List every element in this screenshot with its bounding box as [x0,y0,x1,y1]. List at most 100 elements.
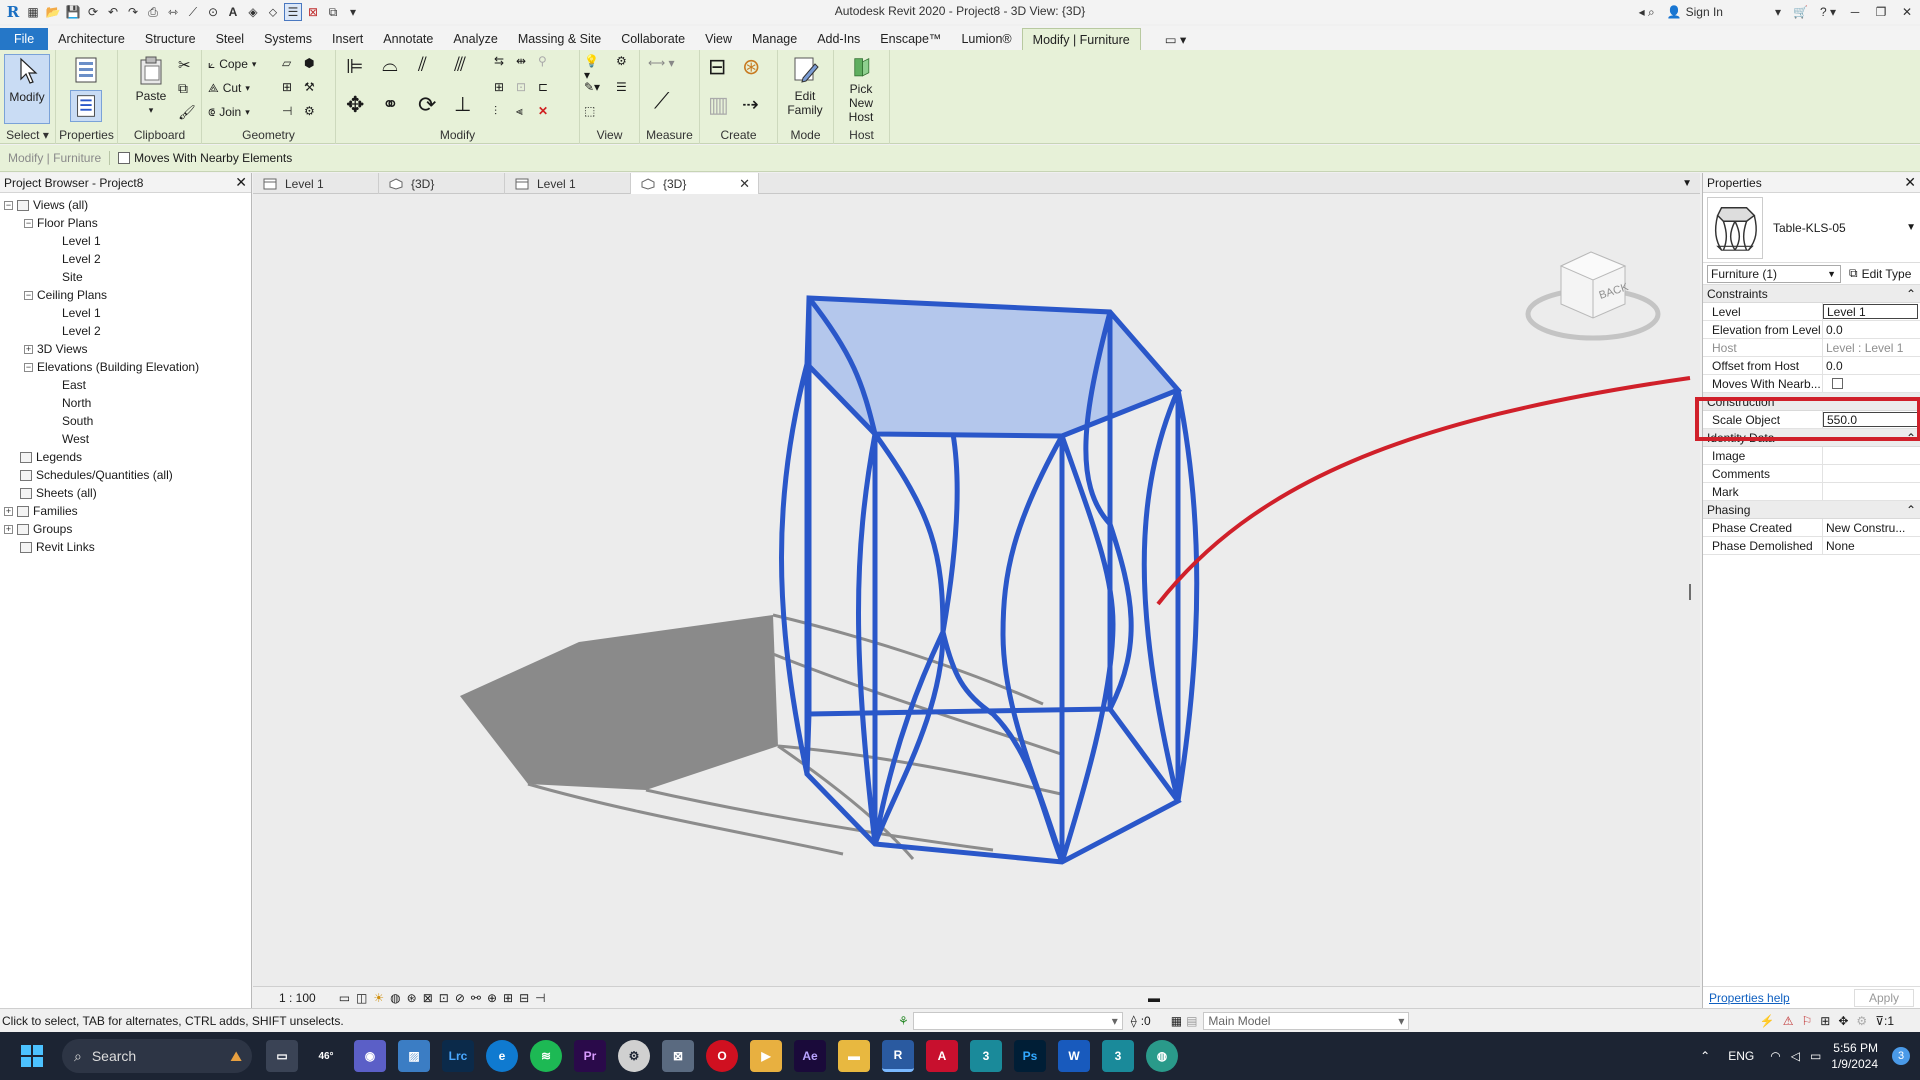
redo-icon[interactable]: ↷ [124,3,142,21]
match-properties-icon[interactable]: 🖌 [178,104,198,124]
linework-icon[interactable]: ✎▾ [584,80,604,100]
open-icon[interactable]: 📂 [44,3,62,21]
windows-start-icon[interactable] [16,1040,48,1072]
close-hidden-icon[interactable]: ⊠ [304,3,322,21]
edit-type-button[interactable]: ⧉ Edit Type [1849,266,1911,281]
select-panel-label[interactable]: Select ▾ [0,128,55,142]
unpin-icon[interactable]: ⚲ [538,54,558,74]
tab-file[interactable]: File [0,28,49,50]
modify-button[interactable]: Modify [4,54,50,124]
minimize-icon[interactable]: ─ [1842,0,1868,24]
show-hidden-icons[interactable]: ⌃ [1700,1049,1710,1063]
notification-badge[interactable]: 3 [1892,1047,1910,1065]
pin-icon[interactable]: ⫷ [516,104,536,124]
paint-icon[interactable]: ⬢ [304,56,324,76]
close-window-icon[interactable]: ✕ [1894,0,1920,24]
delete-icon[interactable]: ✕ [538,104,558,124]
tree-node[interactable]: − Views (all) [4,196,88,214]
teams-icon[interactable]: ◉ [354,1040,386,1072]
pick-new-host-button[interactable]: Pick New Host [838,54,884,124]
editable-only-icon[interactable]: ⟠ [1131,1014,1137,1028]
collapse-group-icon[interactable]: ⌃ [1906,503,1916,517]
revit-taskbar-icon[interactable]: R [882,1040,914,1072]
property-group-header[interactable]: Constraints ⌃ [1703,285,1920,303]
table-top-glass[interactable] [804,295,1183,439]
filter-icon[interactable]: ⊽ [1875,1014,1884,1028]
tab-add-ins[interactable]: Add-Ins [807,28,870,50]
create-assembly-icon[interactable]: ⊟ [708,54,728,79]
hide-icon[interactable]: 💡▾ [584,54,604,82]
split-icon[interactable]: ⇆ [494,54,514,74]
cope-button[interactable]: ⟀ Cope ▾ [208,54,256,74]
sync-icon[interactable]: ⟳ [84,3,102,21]
select-pinned-icon[interactable]: ⚐ [1802,1014,1813,1028]
mirror-draw-icon[interactable]: ⫻ [454,54,474,76]
3dsmax-icon[interactable]: 3 [970,1040,1002,1072]
tab-steel[interactable]: Steel [206,28,255,50]
type-selector-dropdown-icon[interactable]: ▼ [1906,222,1916,233]
customize-qat-icon[interactable]: ▾ [344,3,362,21]
tab-lumion[interactable]: Lumion® [951,28,1021,50]
print-icon[interactable]: ⎙ [144,3,162,21]
help-icon[interactable]: ? ▾ [1814,0,1842,24]
properties-icon[interactable] [70,90,102,122]
show-crop-icon[interactable]: ⊡ [439,991,449,1005]
3d-view-icon[interactable]: ◈ [244,3,262,21]
model-viewport[interactable]: BACK [253,194,1700,986]
remove-paint-icon[interactable]: ⚙ [304,104,324,124]
view-tab-level1-b[interactable]: Level 1 [505,173,631,194]
type-properties-icon[interactable] [70,54,102,86]
workset-select[interactable]: ▾ [912,1011,1123,1030]
tree-node[interactable]: North [62,394,91,412]
tree-node[interactable]: − Floor Plans [24,214,98,232]
paste-button[interactable]: Paste ▾ [128,54,174,124]
measure-between-icon[interactable]: ⟷ ▾ [648,56,688,76]
property-value[interactable]: Level : Level 1 [1823,339,1920,356]
tab-manage[interactable]: Manage [742,28,807,50]
drawing-canvas[interactable]: BACK [253,194,1700,986]
drag-elements-icon[interactable]: ✥ [1838,1014,1848,1028]
save-icon[interactable]: 💾 [64,3,82,21]
tree-node[interactable]: East [62,376,86,394]
select-underlay-icon[interactable]: ⚠ [1783,1014,1794,1028]
tree-node[interactable]: Site [62,268,83,286]
join-button[interactable]: ⟃ Join ▾ [208,102,250,122]
sign-in-dropdown-icon[interactable]: ▾ [1769,0,1787,24]
property-value[interactable]: Level 1 [1823,304,1918,319]
collapse-group-icon[interactable]: ⌃ [1906,431,1916,445]
collapse-group-icon[interactable]: ⌃ [1906,287,1916,301]
view-tab-3d-active[interactable]: {3D} ✕ [631,173,759,194]
opera-icon[interactable]: O [706,1040,738,1072]
collapse-icon[interactable]: − [24,218,33,228]
view-tab-3d[interactable]: {3D} [379,173,505,194]
tree-node[interactable]: Revit Links [20,538,95,556]
photos-icon[interactable]: ▨ [398,1040,430,1072]
property-value[interactable] [1823,375,1920,392]
tree-node[interactable]: − Ceiling Plans [24,286,107,304]
rotate-icon[interactable]: ⟳ [418,92,438,117]
cut-scissors-icon[interactable]: ✂ [178,56,198,76]
tab-insert[interactable]: Insert [322,28,373,50]
weather-icon[interactable]: 46° [310,1040,342,1072]
tree-node[interactable]: +3D Views [24,340,87,358]
design-options-icon[interactable]: ▦ [1171,1014,1182,1028]
collapse-icon[interactable]: − [24,290,33,300]
property-checkbox[interactable] [1832,378,1843,389]
mirror-axis-icon[interactable]: ⫽ [418,54,438,76]
graphics-icon[interactable]: ☰ [616,80,636,100]
array-icon[interactable]: ⊞ [494,80,514,100]
after-effects-icon[interactable]: Ae [794,1040,826,1072]
copy-icon[interactable]: ⧉ [178,80,198,100]
tree-node[interactable]: West [62,430,89,448]
tab-annotate[interactable]: Annotate [373,28,443,50]
tab-systems[interactable]: Systems [254,28,322,50]
lock-view-icon[interactable]: ⊘ [455,991,465,1005]
close-properties-icon[interactable]: ✕ [1904,174,1916,191]
tab-list-dropdown-icon[interactable]: ▼ [1682,178,1692,189]
globe-app-icon[interactable]: ◍ [1146,1040,1178,1072]
language-indicator[interactable]: ENG [1728,1049,1754,1063]
sketchup-icon[interactable]: ⊠ [662,1040,694,1072]
tab-collaborate[interactable]: Collaborate [611,28,695,50]
property-value[interactable] [1823,447,1920,464]
view-tab-level1[interactable]: Level 1 [253,173,379,194]
